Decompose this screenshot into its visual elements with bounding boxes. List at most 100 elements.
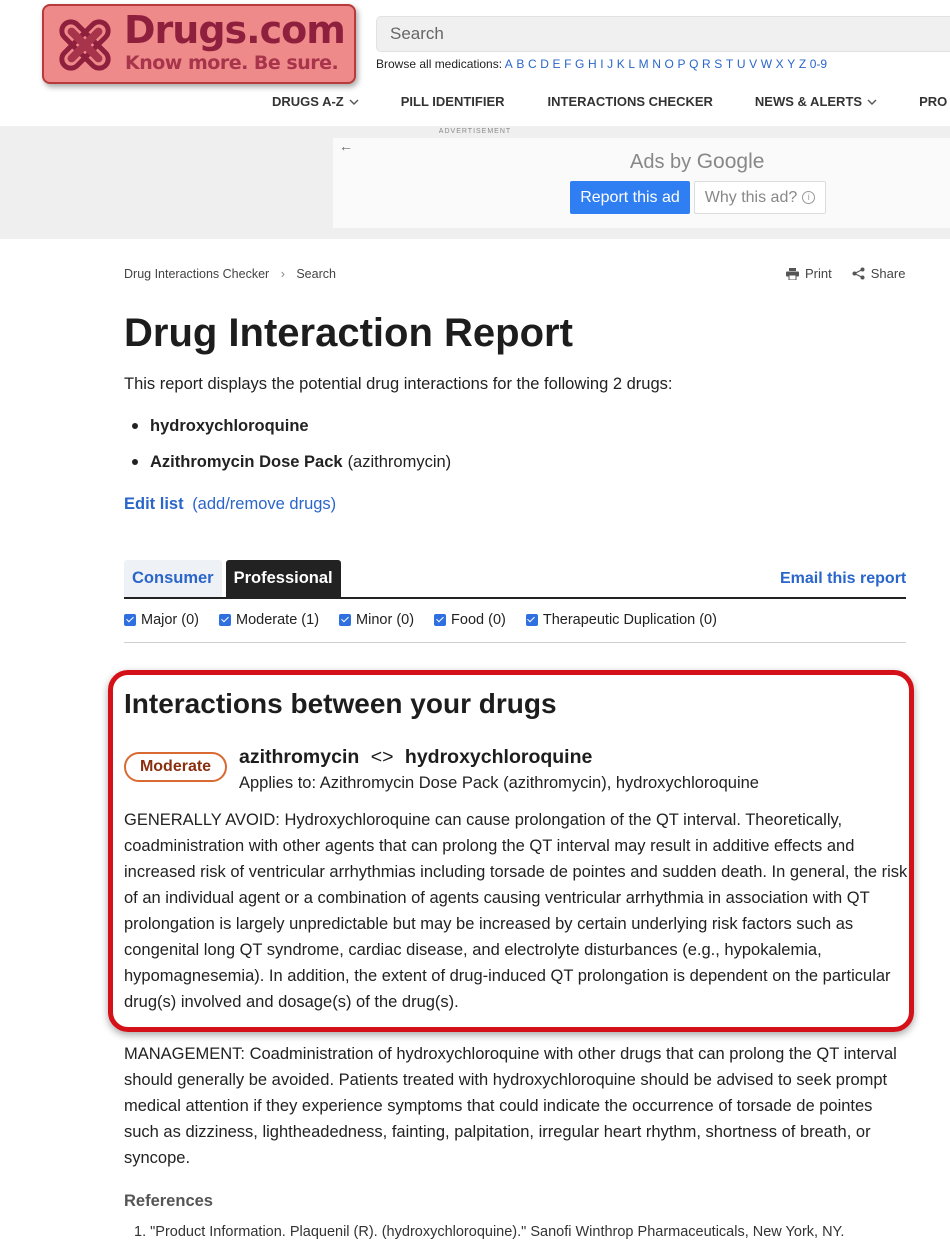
breadcrumb: Drug Interactions Checker › Search xyxy=(124,267,336,281)
list-item: Azithromycin Dose Pack (azithromycin) xyxy=(132,444,451,480)
site-header: Drugs.com Know more. Be sure. Search Bro… xyxy=(0,0,950,126)
share-button[interactable]: Share xyxy=(852,266,906,281)
search-input[interactable]: Search xyxy=(376,16,950,52)
info-icon: i xyxy=(802,191,816,204)
edit-list-link[interactable]: Edit list (add/remove drugs) xyxy=(124,495,336,514)
nav-interactions-checker-label: INTERACTIONS CHECKER xyxy=(547,94,713,109)
reference-item: 1. "Product Information. Plaquenil (R). … xyxy=(134,1224,845,1240)
report-ad-button[interactable]: Report this ad xyxy=(570,181,690,214)
page-title: Drug Interaction Report xyxy=(124,311,573,355)
browse-letter-link[interactable]: Q xyxy=(689,57,698,71)
nav-drugs-az[interactable]: DRUGS A-Z xyxy=(272,94,359,109)
interaction-drug-a: azithromycin xyxy=(239,746,360,768)
chevron-right-icon: › xyxy=(280,267,285,281)
checkbox-checked-icon[interactable] xyxy=(525,614,538,626)
checkbox-checked-icon[interactable] xyxy=(124,614,136,626)
filters-divider xyxy=(124,642,906,643)
browse-letter-link[interactable]: R xyxy=(702,57,711,71)
chevron-down-icon xyxy=(867,99,877,105)
browse-letter-link[interactable]: S xyxy=(714,57,722,71)
browse-letters: A B C D E F G H I J K L M N O P Q R S T U V W X Y Z 0-9 xyxy=(505,57,831,71)
report-tabs: Consumer Professional xyxy=(124,560,341,597)
filter-minor-label: Minor (0) xyxy=(356,612,415,628)
browse-letter-link[interactable]: F xyxy=(564,57,571,71)
tab-consumer[interactable]: Consumer xyxy=(124,560,222,597)
print-button[interactable]: Print xyxy=(786,266,832,281)
bullet-icon xyxy=(132,459,138,465)
browse-letter-link[interactable]: 0-9 xyxy=(810,57,827,71)
interaction-arrows-icon: <> xyxy=(370,746,394,768)
ad-box: ← Ads by Google Report this ad Why this … xyxy=(333,138,950,228)
browse-label: Browse all medications: xyxy=(376,57,503,71)
interaction-management: MANAGEMENT: Coadministration of hydroxyc… xyxy=(124,1045,897,1167)
email-report-link[interactable]: Email this report xyxy=(780,570,906,588)
browse-letter-link[interactable]: Y xyxy=(787,57,795,71)
ads-by-google: Ads by Google xyxy=(630,150,764,174)
drug-generic: (azithromycin) xyxy=(347,452,452,471)
nav-pro[interactable]: PRO xyxy=(919,94,947,109)
breadcrumb-interactions-checker[interactable]: Drug Interactions Checker xyxy=(124,267,269,281)
browse-letter-link[interactable]: N xyxy=(652,57,661,71)
browse-letter-link[interactable]: H xyxy=(588,57,597,71)
drug-name: Azithromycin Dose Pack xyxy=(150,452,343,471)
interactions-heading: Interactions between your drugs xyxy=(124,688,557,719)
severity-badge: Moderate xyxy=(124,752,227,782)
checkbox-checked-icon[interactable] xyxy=(339,614,352,626)
ad-label: ADVERTISEMENT xyxy=(438,128,512,135)
filter-major[interactable]: Major (0) xyxy=(124,612,199,628)
filter-food[interactable]: Food (0) xyxy=(434,612,506,628)
drugs-com-logo[interactable]: Drugs.com Know more. Be sure. xyxy=(42,4,356,84)
browse-letter-link[interactable]: X xyxy=(776,57,784,71)
browse-letter-link[interactable]: I xyxy=(600,57,603,71)
browse-letter-link[interactable]: P xyxy=(677,57,685,71)
interaction-description: GENERALLY AVOID: Hydroxychloroquine can … xyxy=(124,811,908,1011)
tab-divider xyxy=(124,597,906,599)
share-label: Share xyxy=(870,266,906,281)
checkbox-checked-icon[interactable] xyxy=(434,614,447,626)
nav-news-alerts-label: NEWS & ALERTS xyxy=(754,94,863,109)
filter-minor[interactable]: Minor (0) xyxy=(339,612,414,628)
search-placeholder: Search xyxy=(390,24,444,43)
ads-by-label: Ads by xyxy=(630,151,692,173)
browse-letter-link[interactable]: L xyxy=(628,57,635,71)
browse-letter-link[interactable]: J xyxy=(607,57,613,71)
nav-pill-identifier[interactable]: PILL IDENTIFIER xyxy=(401,94,505,109)
filter-moderate[interactable]: Moderate (1) xyxy=(219,612,319,628)
browse-medications: Browse all medications: ABCDEFGHIJKLMNOP… xyxy=(376,57,831,71)
breadcrumb-search[interactable]: Search xyxy=(296,267,336,281)
browse-letter-link[interactable]: K xyxy=(617,57,625,71)
browse-letter-link[interactable]: B xyxy=(516,57,524,71)
filter-duplication-label: Therapeutic Duplication (0) xyxy=(542,612,717,628)
browse-letter-link[interactable]: M xyxy=(639,57,649,71)
browse-letter-link[interactable]: V xyxy=(749,57,757,71)
nav-drugs-az-label: DRUGS A-Z xyxy=(272,94,344,109)
back-arrow-icon[interactable]: ← xyxy=(339,138,353,154)
edit-list-label: Edit list xyxy=(124,495,184,513)
browse-letter-link[interactable]: O xyxy=(665,57,674,71)
browse-letter-link[interactable]: G xyxy=(575,57,584,71)
browse-letter-link[interactable]: A xyxy=(505,57,513,71)
browse-letter-link[interactable]: Z xyxy=(799,57,806,71)
chevron-down-icon xyxy=(349,99,359,105)
browse-letter-link[interactable]: D xyxy=(540,57,549,71)
bullet-icon xyxy=(132,423,138,429)
nav-news-alerts[interactable]: NEWS & ALERTS xyxy=(755,94,877,109)
filter-major-label: Major (0) xyxy=(141,612,200,628)
browse-letter-link[interactable]: W xyxy=(761,57,772,71)
severity-filters: Major (0) Moderate (1) Minor (0) Food (0… xyxy=(124,612,737,628)
browse-letter-link[interactable]: T xyxy=(726,57,733,71)
browse-letter-link[interactable]: U xyxy=(737,57,746,71)
nav-interactions-checker[interactable]: INTERACTIONS CHECKER xyxy=(548,94,713,109)
edit-list-note: (add/remove drugs) xyxy=(192,495,337,513)
checkbox-checked-icon[interactable] xyxy=(219,614,232,626)
filter-therapeutic-duplication[interactable]: Therapeutic Duplication (0) xyxy=(525,612,717,628)
browse-letter-link[interactable]: E xyxy=(552,57,560,71)
tab-professional[interactable]: Professional xyxy=(225,560,341,597)
nav-pill-identifier-label: PILL IDENTIFIER xyxy=(400,94,505,109)
applies-to: Applies to: Azithromycin Dose Pack (azit… xyxy=(239,774,759,792)
list-item: hydroxychloroquine xyxy=(132,408,451,444)
browse-letter-link[interactable]: C xyxy=(528,57,537,71)
why-ad-button[interactable]: Why this ad? i xyxy=(694,181,826,214)
page-tools: Print Share xyxy=(786,266,905,281)
print-label: Print xyxy=(805,266,832,281)
